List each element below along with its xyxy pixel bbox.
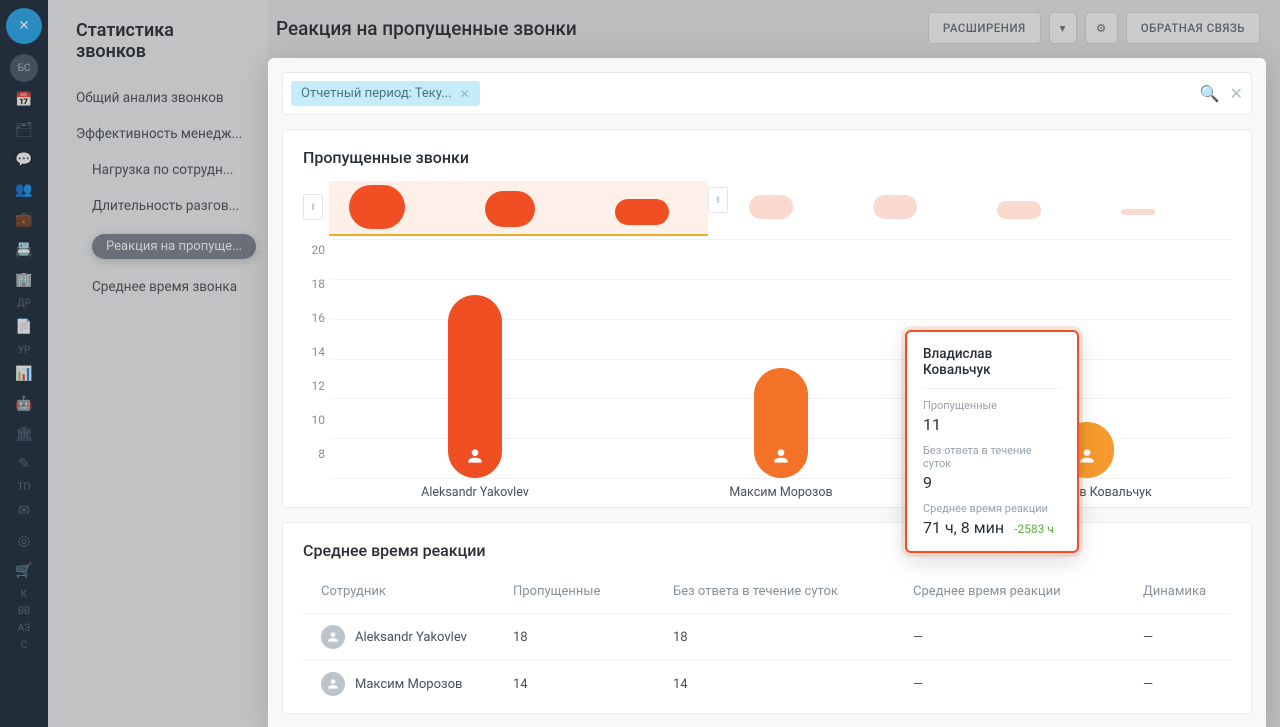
chat-icon[interactable]: 💬: [10, 148, 38, 172]
mini-blob: [615, 199, 669, 225]
sidebar: Статистика звонков Общий анализ звонков …: [48, 0, 268, 727]
avatar-icon: [321, 625, 345, 649]
extensions-dropdown[interactable]: ▾: [1049, 12, 1077, 44]
tooltip-val-missed: 11: [923, 415, 1061, 434]
gear-icon: ⚙: [1096, 21, 1107, 35]
rail-text-ur[interactable]: УР: [0, 345, 48, 356]
filter-bar[interactable]: Отчетный период: Теку... ✕ 🔍 ✕: [282, 72, 1252, 115]
mini-blob: [873, 195, 917, 219]
bank-icon[interactable]: 🏛: [10, 422, 38, 446]
chart-card: Пропущенные звонки ‖ ‖ 20 18 16 14 12: [282, 129, 1252, 508]
target-icon[interactable]: ◎: [10, 529, 38, 553]
sidebar-item-duration[interactable]: Длительность разгов...: [48, 188, 268, 224]
sidebar-item-efficiency[interactable]: Эффективность менедж...: [48, 116, 268, 152]
avatar-icon: [321, 672, 345, 696]
table-row[interactable]: Aleksandr Yakovlev1818——: [303, 613, 1231, 660]
filter-chip-period[interactable]: Отчетный период: Теку... ✕: [291, 81, 480, 106]
y-axis: 20 18 16 14 12 10 8: [303, 239, 331, 479]
user-avatar[interactable]: БС: [10, 54, 38, 82]
building-icon[interactable]: 🏢: [10, 268, 38, 292]
sidebar-item-overview[interactable]: Общий анализ звонков: [48, 80, 268, 116]
table-card: Среднее время реакции Сотрудник Пропущен…: [282, 522, 1252, 714]
mini-strip: ‖ ‖: [303, 181, 1231, 233]
report-panel: Отчетный период: Теку... ✕ 🔍 ✕ Пропущенн…: [268, 58, 1266, 727]
chart-bar[interactable]: [754, 368, 808, 478]
chart-bar[interactable]: [448, 295, 502, 478]
tooltip-val-noreply: 9: [923, 473, 1061, 492]
remove-filter-icon[interactable]: ✕: [460, 87, 470, 101]
feedback-button[interactable]: ОБРАТНАЯ СВЯЗЬ: [1126, 12, 1260, 44]
left-rail: ✕ БС 📅 🗂 💬 👥 💼 📇 🏢 ДР 📄 УР 📊 🤖 🏛 ✎ ТП ✉ …: [0, 0, 48, 727]
cart-icon[interactable]: 🛒: [10, 559, 38, 583]
rail-text-tp[interactable]: ТП: [0, 482, 48, 493]
tooltip-label-avg: Среднее время реакции: [923, 502, 1061, 515]
tooltip-label-missed: Пропущенные: [923, 399, 1061, 412]
table-title: Среднее время реакции: [303, 541, 1231, 560]
extensions-button[interactable]: РАСШИРЕНИЯ: [928, 12, 1041, 44]
chart-area: 20 18 16 14 12 10 8 Aleksandr YakovlevМа…: [303, 239, 1231, 479]
mini-blob: [485, 191, 535, 227]
mini-blob: [1121, 209, 1155, 215]
tooltip-delta: -2583 ч: [1014, 522, 1054, 536]
rail-text-k[interactable]: К: [0, 589, 48, 600]
rail-text-vv[interactable]: ВВ: [0, 606, 48, 617]
calendar-icon[interactable]: 📅: [10, 88, 38, 112]
close-icon[interactable]: ✕: [6, 8, 42, 44]
page-title: Реакция на пропущенные звонки: [276, 17, 928, 40]
tooltip-label-noreply: Без ответа в течение суток: [923, 444, 1061, 470]
x-axis-label: Aleksandr Yakovlev: [421, 485, 529, 500]
briefcase-icon[interactable]: 💼: [10, 208, 38, 232]
table-header: Сотрудник Пропущенные Без ответа в течен…: [303, 574, 1231, 613]
rail-text-dr[interactable]: ДР: [0, 298, 48, 309]
contact-icon[interactable]: 📇: [10, 238, 38, 262]
pen-icon[interactable]: ✎: [10, 452, 38, 476]
chart-title: Пропущенные звонки: [303, 148, 1231, 167]
clear-icon[interactable]: ✕: [1230, 84, 1243, 103]
sidebar-item-load[interactable]: Нагрузка по сотрудн...: [48, 152, 268, 188]
settings-button[interactable]: ⚙: [1085, 12, 1118, 44]
users-icon[interactable]: 👥: [10, 178, 38, 202]
doc-icon[interactable]: 📄: [10, 315, 38, 339]
mini-blob: [349, 185, 405, 229]
android-icon[interactable]: 🤖: [10, 392, 38, 416]
rail-text-az[interactable]: АЗ: [0, 623, 48, 634]
tooltip-val-avg: 71 ч, 8 мин: [923, 518, 1004, 537]
chart-tooltip: Владислав Ковальчук Пропущенные 11 Без о…: [905, 330, 1079, 553]
tooltip-name: Владислав Ковальчук: [923, 346, 1061, 389]
mini-blob: [997, 201, 1041, 219]
mail-icon[interactable]: ✉: [10, 499, 38, 523]
search-icon[interactable]: 🔍: [1200, 84, 1220, 103]
rail-text-s[interactable]: С: [0, 640, 48, 651]
strip-prev-button[interactable]: ‖: [303, 194, 323, 220]
filter-chip-label: Отчетный период: Теку...: [301, 86, 452, 101]
card-icon[interactable]: 🗂: [10, 118, 38, 142]
mini-blob: [749, 195, 793, 219]
chart-icon[interactable]: 📊: [10, 362, 38, 386]
sidebar-item-reaction[interactable]: Реакция на пропуще...: [48, 224, 268, 269]
x-axis-label: Максим Морозов: [729, 485, 832, 500]
table-row[interactable]: Максим Морозов1414——: [303, 660, 1231, 707]
sidebar-item-avg-time[interactable]: Среднее время звонка: [48, 269, 268, 305]
sidebar-title: Статистика звонков: [48, 20, 268, 80]
chart-plot: Aleksandr YakovlevМаксим МорозовВладисла…: [331, 239, 1231, 479]
strip-handle-button[interactable]: ‖: [708, 187, 728, 213]
header: Реакция на пропущенные звонки РАСШИРЕНИЯ…: [268, 0, 1280, 56]
